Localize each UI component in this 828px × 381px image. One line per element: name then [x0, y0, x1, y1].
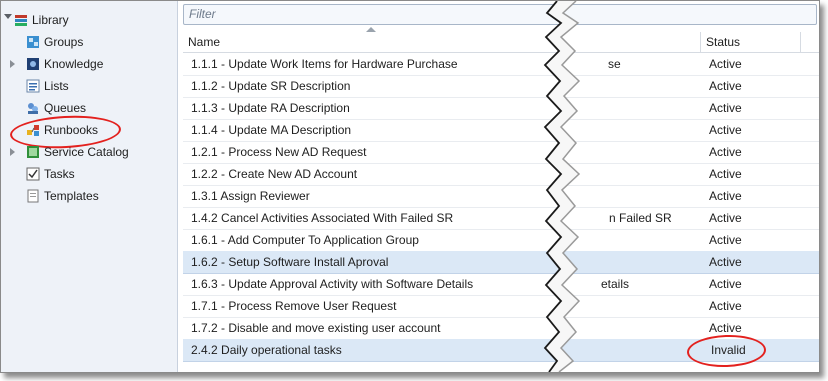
torn-edge-effect: [543, 1, 581, 372]
console-window: Library Groups Knowledge Lists Queues Ru…: [0, 0, 820, 373]
